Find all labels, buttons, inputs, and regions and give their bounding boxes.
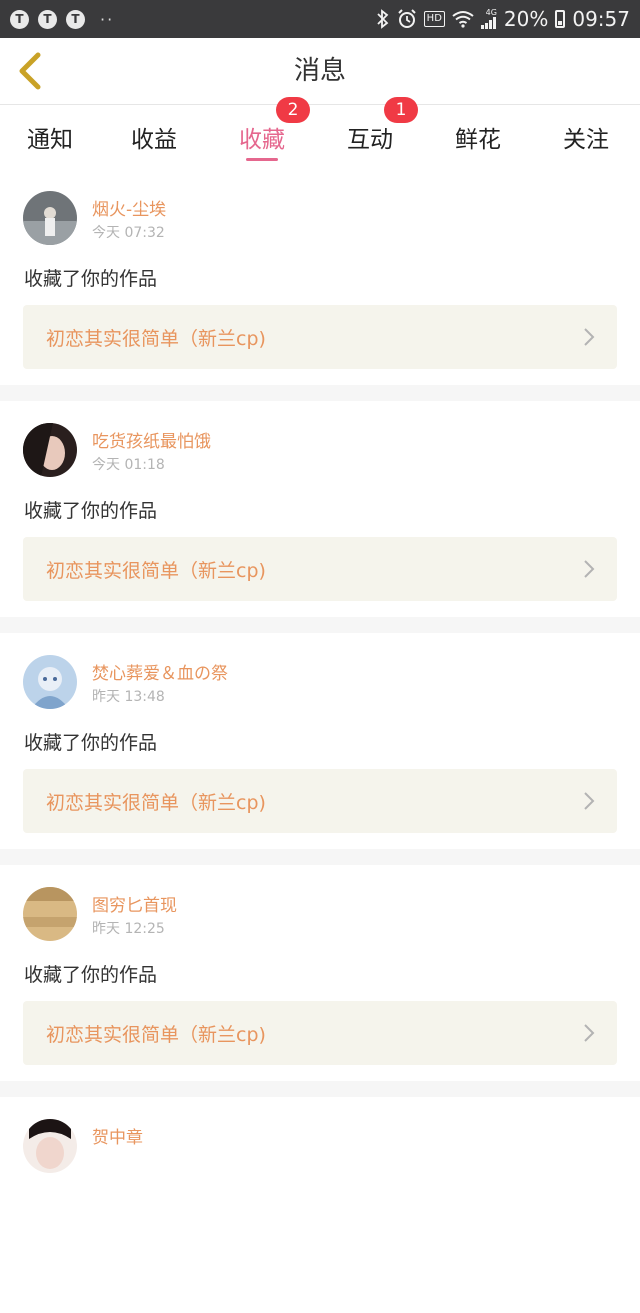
tab-label: 关注 xyxy=(563,127,609,153)
chevron-right-icon xyxy=(583,327,595,347)
work-title: 初恋其实很简单（新兰cp) xyxy=(46,559,266,582)
notification-t-icon: T xyxy=(10,9,29,29)
action-text: 收藏了你的作品 xyxy=(24,268,158,290)
tab-label: 收益 xyxy=(131,127,177,153)
status-right-icons: HD 4G 20% 09:57 xyxy=(376,7,630,31)
list-item: 贺中章 xyxy=(0,1097,640,1313)
chevron-right-icon xyxy=(583,559,595,579)
bluetooth-icon xyxy=(376,9,390,29)
timestamp: 昨天 12:25 xyxy=(92,921,165,937)
tab-label: 鲜花 xyxy=(455,127,501,153)
work-title: 初恋其实很简单（新兰cp) xyxy=(46,791,266,814)
favorites-feed: 烟火-尘埃 今天 07:32 收藏了你的作品 初恋其实很简单（新兰cp) 吃货孩… xyxy=(0,169,640,1313)
list-item: 图穷匕首现 昨天 12:25 收藏了你的作品 初恋其实很简单（新兰cp) xyxy=(0,865,640,1081)
wifi-icon xyxy=(452,10,474,28)
work-link[interactable]: 初恋其实很简单（新兰cp) xyxy=(23,1001,617,1065)
status-left-icons: T T T ·· xyxy=(10,9,115,29)
work-link[interactable]: 初恋其实很简单（新兰cp) xyxy=(23,769,617,833)
work-link[interactable]: 初恋其实很简单（新兰cp) xyxy=(23,305,617,369)
tab-notifications[interactable]: 通知 xyxy=(0,105,100,169)
more-notifications-icon: ·· xyxy=(100,9,115,29)
page-title: 消息 xyxy=(293,56,346,86)
battery-icon xyxy=(555,10,566,28)
tab-label: 互动 xyxy=(347,127,393,153)
unread-badge: 2 xyxy=(276,97,310,123)
chevron-right-icon xyxy=(583,1023,595,1043)
tab-label: 收藏 xyxy=(239,127,285,153)
username[interactable]: 贺中章 xyxy=(92,1123,143,1148)
action-text: 收藏了你的作品 xyxy=(24,732,158,754)
chevron-right-icon xyxy=(583,791,595,811)
status-time: 09:57 xyxy=(572,7,630,31)
nav-bar: 消息 xyxy=(0,38,640,105)
list-item: 焚心葬爱＆血の祭 昨天 13:48 收藏了你的作品 初恋其实很简单（新兰cp) xyxy=(0,633,640,849)
action-text: 收藏了你的作品 xyxy=(24,500,158,522)
username[interactable]: 烟火-尘埃 xyxy=(92,195,166,220)
battery-percent: 20% xyxy=(503,7,549,31)
username[interactable]: 焚心葬爱＆血の祭 xyxy=(92,659,228,684)
alarm-icon xyxy=(397,9,417,29)
tab-interactions[interactable]: 互动 1 xyxy=(316,97,424,169)
tab-flowers[interactable]: 鲜花 xyxy=(424,105,532,169)
status-bar: T T T ·· HD 4G 20% 09:57 xyxy=(0,0,640,38)
avatar[interactable] xyxy=(23,191,77,245)
tab-follows[interactable]: 关注 xyxy=(532,105,640,169)
action-text: 收藏了你的作品 xyxy=(24,964,158,986)
avatar[interactable] xyxy=(23,423,77,477)
list-item: 烟火-尘埃 今天 07:32 收藏了你的作品 初恋其实很简单（新兰cp) xyxy=(0,169,640,385)
avatar[interactable] xyxy=(23,887,77,941)
work-title: 初恋其实很简单（新兰cp) xyxy=(46,327,266,350)
timestamp: 今天 07:32 xyxy=(92,225,165,241)
back-button[interactable] xyxy=(10,50,52,92)
tab-label: 通知 xyxy=(27,127,73,153)
avatar[interactable] xyxy=(23,1119,77,1173)
hd-icon: HD xyxy=(423,11,445,27)
list-item: 吃货孩纸最怕饿 今天 01:18 收藏了你的作品 初恋其实很简单（新兰cp) xyxy=(0,401,640,617)
tab-earnings[interactable]: 收益 xyxy=(100,105,208,169)
notification-t-icon: T xyxy=(66,9,85,29)
work-link[interactable]: 初恋其实很简单（新兰cp) xyxy=(23,537,617,601)
avatar[interactable] xyxy=(23,655,77,709)
tab-favorites[interactable]: 收藏 2 xyxy=(208,97,316,169)
username[interactable]: 图穷匕首现 xyxy=(92,891,177,916)
active-tab-indicator xyxy=(246,158,278,161)
username[interactable]: 吃货孩纸最怕饿 xyxy=(92,427,211,452)
signal-icon: 4G xyxy=(480,8,497,29)
unread-badge: 1 xyxy=(384,97,418,123)
work-title: 初恋其实很简单（新兰cp) xyxy=(46,1023,266,1046)
network-type-label: 4G xyxy=(485,8,497,17)
timestamp: 今天 01:18 xyxy=(92,457,165,473)
message-tabs: 通知 收益 收藏 2 互动 1 鲜花 关注 xyxy=(0,97,640,169)
timestamp: 昨天 13:48 xyxy=(92,689,165,705)
chevron-left-icon xyxy=(19,52,41,90)
notification-t-icon: T xyxy=(38,9,57,29)
